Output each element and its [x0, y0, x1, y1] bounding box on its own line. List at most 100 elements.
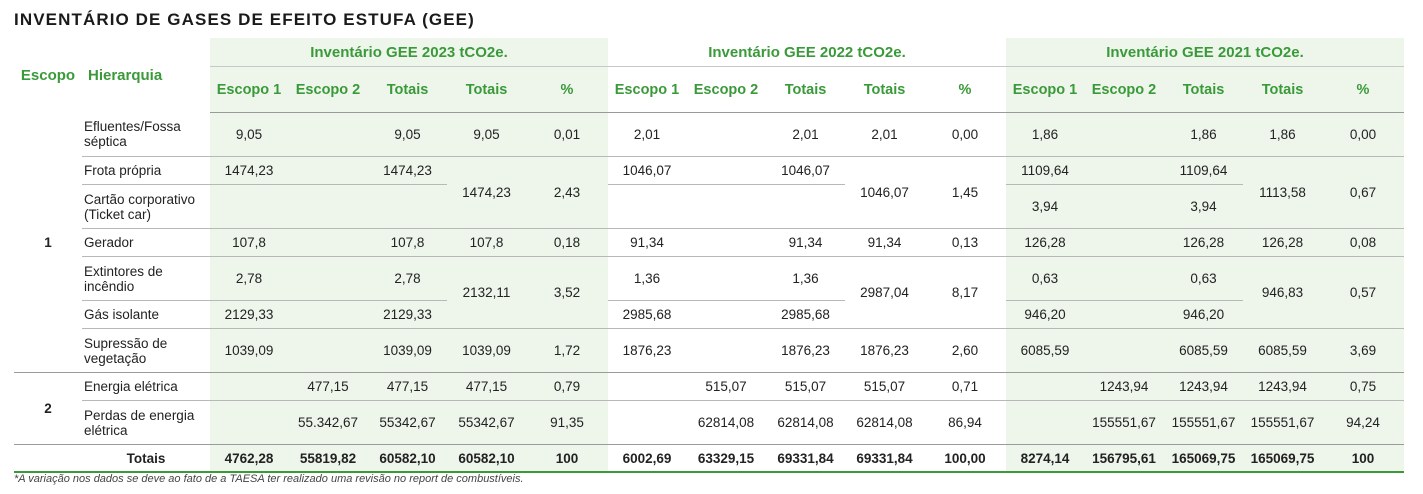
cell: 107,8 [368, 228, 447, 257]
cell: 0,01 [526, 112, 608, 157]
cell [288, 112, 368, 157]
col-2023-pct: % [526, 66, 608, 113]
cell: 0,75 [1322, 372, 1404, 401]
cell: 0,18 [526, 228, 608, 257]
cell: 0,13 [924, 228, 1006, 257]
table-row: Extintores de incêndio 2,78 2,78 2132,11… [14, 256, 1404, 329]
cell: 155551,67 [1164, 400, 1243, 445]
cell: 55.342,67 [288, 400, 368, 445]
cell [210, 372, 288, 401]
page: INVENTÁRIO DE GASES DE EFEITO ESTUFA (GE… [0, 0, 1423, 494]
cell: 155551,67 [1084, 400, 1164, 445]
cell: 6085,59 [1164, 328, 1243, 373]
table-row: Frota própria 1474,23 1474,23 1474,23 2,… [14, 156, 1404, 229]
totals-label: Totais [82, 444, 210, 473]
col-2023-escopo2: Escopo 2 [288, 66, 368, 113]
cell: 100 [1322, 444, 1404, 473]
col-2023-escopo1: Escopo 1 [210, 66, 288, 113]
cell-group-total: 2987,04 [845, 256, 924, 329]
ghg-inventory-table: Escopo Hierarquia Inventário GEE 2023 tC… [14, 38, 1404, 473]
cell [608, 184, 686, 229]
cell: 156795,61 [1084, 444, 1164, 473]
row-label: Cartão corporativo (Ticket car) [82, 184, 210, 229]
cell: 2,01 [845, 112, 924, 157]
cell: 126,28 [1164, 228, 1243, 257]
cell: 1039,09 [447, 328, 526, 373]
cell: 1876,23 [622, 343, 672, 358]
cell [1084, 184, 1164, 229]
cell: 1039,09 [210, 328, 288, 373]
cell: 100,00 [924, 444, 1006, 473]
cell [368, 184, 447, 229]
cell [1084, 156, 1164, 185]
cell: 94,24 [1322, 400, 1404, 445]
cell: 515,07 [686, 372, 766, 401]
row-label: Supressão de vegetação [84, 335, 168, 366]
cell: 1474,23 [210, 156, 288, 185]
cell: 946,20 [1006, 300, 1084, 329]
cell: 1046,07 [766, 156, 845, 185]
cell [1006, 372, 1084, 401]
cell: 107,8 [447, 228, 526, 257]
cell: 0,63 [1164, 256, 1243, 301]
cell: 515,07 [766, 372, 845, 401]
cell: 62814,08 [856, 415, 913, 430]
cell-group-pct: 2,43 [526, 156, 608, 229]
col-2022-pct: % [924, 66, 1006, 113]
page-title: INVENTÁRIO DE GASES DE EFEITO ESTUFA (GE… [14, 10, 475, 29]
cell: 3,69 [1322, 328, 1404, 373]
cell [608, 372, 686, 401]
cell [686, 112, 766, 157]
cell-group-total: 1046,07 [845, 156, 924, 229]
cell: 8274,14 [1006, 444, 1084, 473]
header-hierarquia: Hierarquia [88, 66, 163, 84]
cell-group-total: 1113,58 [1243, 156, 1322, 229]
cell [686, 329, 766, 373]
row-label: Energia elétrica [82, 372, 210, 401]
cell: 477,15 [368, 372, 447, 401]
cell [686, 300, 766, 329]
cell: 91,35 [526, 400, 608, 445]
cell: 1876,23 [781, 343, 830, 358]
scope-2-label: 2 [14, 372, 82, 445]
cell: 2,60 [951, 343, 979, 358]
cell [288, 184, 368, 229]
totals-row: Totais 4762,28 55819,82 60582,10 60582,1… [14, 444, 1404, 473]
cell: 55342,67 [447, 400, 526, 445]
cell: 0,00 [1322, 112, 1404, 157]
col-2022-totais: Totais [766, 66, 845, 113]
cell: 1,86 [1006, 112, 1084, 157]
cell: 1109,64 [1164, 156, 1243, 185]
cell [1084, 112, 1164, 157]
cell: 1474,23 [368, 156, 447, 185]
cell: 86,94 [948, 415, 982, 430]
col-2023-totais: Totais [368, 66, 447, 113]
cell [1084, 256, 1164, 301]
cell: 62814,08 [697, 415, 755, 430]
cell: 107,8 [210, 228, 288, 257]
header-escopo: Escopo [20, 66, 76, 84]
row-label: Frota própria [82, 156, 210, 185]
cell [686, 156, 766, 185]
cell: 2,01 [766, 112, 845, 157]
header-row-columns: Escopo 1 Escopo 2 Totais Totais % Escopo… [14, 66, 1404, 113]
cell: 1046,07 [608, 156, 686, 185]
cell: 55342,67 [368, 400, 447, 445]
cell: 6085,59 [1006, 328, 1084, 373]
cell [608, 401, 686, 445]
col-2021-escopo2: Escopo 2 [1084, 66, 1164, 113]
cell: 4762,28 [210, 444, 288, 473]
col-2021-pct: % [1322, 66, 1404, 113]
cell [766, 184, 845, 229]
cell: 165069,75 [1164, 444, 1243, 473]
cell [288, 300, 368, 329]
cell: 69331,84 [845, 444, 924, 473]
cell: 2,78 [210, 256, 288, 301]
cell: 2,78 [368, 256, 447, 301]
cell: 60582,10 [447, 444, 526, 473]
cell [686, 184, 766, 229]
cell [210, 400, 288, 445]
cell: 1,36 [766, 256, 845, 301]
cell: 1243,94 [1243, 372, 1322, 401]
cell: 100 [526, 444, 608, 473]
